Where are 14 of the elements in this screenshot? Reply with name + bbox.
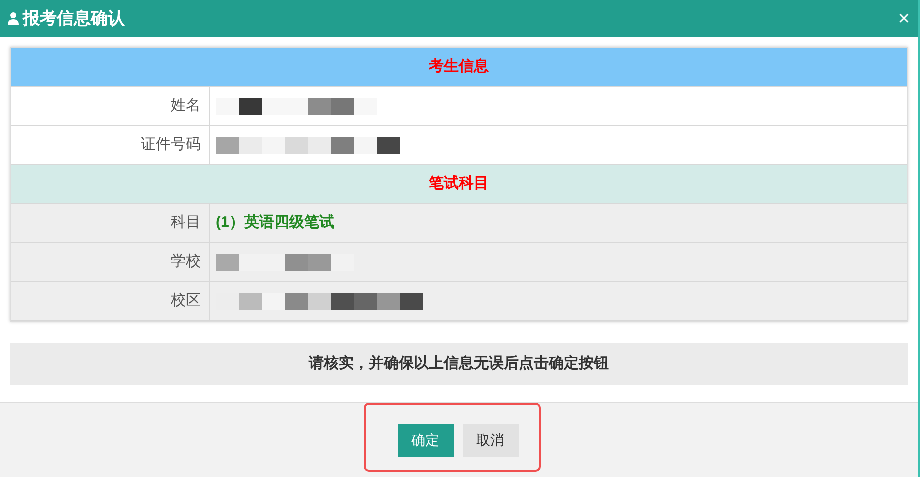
field-label: 科目	[171, 212, 201, 233]
section-heading: 考生信息	[429, 56, 489, 77]
confirm-button[interactable]: 确定	[398, 424, 454, 457]
field-label: 证件号码	[141, 134, 201, 155]
user-icon	[8, 12, 19, 25]
window-title: 报考信息确认	[23, 8, 125, 30]
field-label: 学校	[171, 252, 201, 272]
notice-text: 请核实，并确保以上信息无误后点击确定按钮	[309, 354, 609, 374]
field-value: (1）英语四级笔试	[216, 212, 334, 233]
cancel-button[interactable]: 取消	[462, 424, 518, 457]
field-label: 姓名	[171, 96, 201, 116]
close-button[interactable]: ×	[898, 8, 910, 28]
section-heading: 笔试科目	[429, 174, 489, 194]
field-label: 校区	[171, 290, 201, 311]
